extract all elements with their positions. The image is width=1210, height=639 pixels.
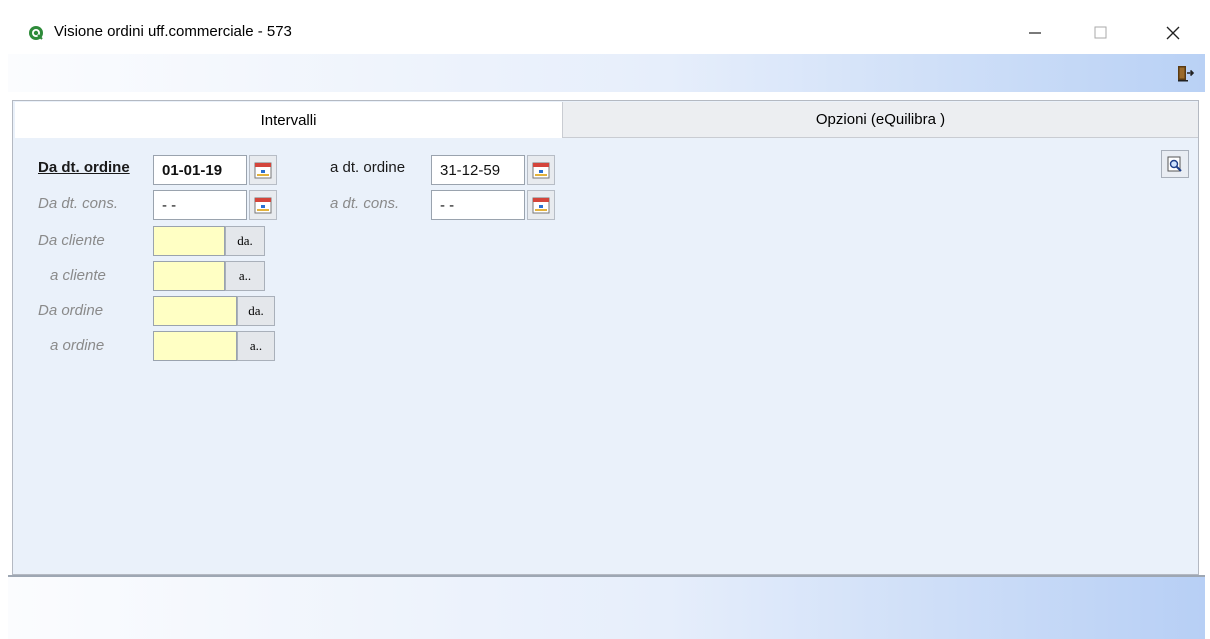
tab-opzioni[interactable]: Opzioni (eQuilibra ) (563, 102, 1198, 138)
calendar-button-a-dt-cons[interactable] (527, 190, 555, 220)
exit-door-icon (1178, 66, 1195, 82)
window-title: Visione ordini uff.commerciale - 573 (54, 23, 292, 40)
label-da-cliente: Da cliente (38, 232, 105, 249)
field-da-cliente[interactable] (153, 226, 225, 256)
field-a-dt-ordine[interactable]: 31-12-59 (431, 155, 525, 185)
label-a-dt-cons: a dt. cons. (330, 195, 400, 212)
field-da-ordine[interactable] (153, 296, 237, 326)
field-a-dt-cons[interactable]: - - (431, 190, 525, 220)
label-da-dt-cons: Da dt. cons. (38, 195, 119, 212)
maximize-button[interactable] (1077, 16, 1123, 50)
calendar-icon (532, 162, 550, 179)
tab-intervalli[interactable]: Intervalli (15, 102, 563, 138)
close-button[interactable] (1150, 16, 1196, 50)
label-a-cliente: a cliente (50, 267, 106, 284)
field-da-dt-ordine[interactable]: 01-01-19 (153, 155, 247, 185)
lookup-button-da-ordine[interactable]: da. (237, 296, 275, 326)
field-a-ordine[interactable] (153, 331, 237, 361)
lookup-button-a-ordine[interactable]: a.. (237, 331, 275, 361)
search-button[interactable] (1161, 150, 1189, 178)
calendar-button-a-dt-ordine[interactable] (527, 155, 555, 185)
toolbar (8, 54, 1205, 92)
title-bar: Visione ordini uff.commerciale - 573 (0, 10, 1210, 54)
label-da-ordine: Da ordine (38, 302, 104, 319)
calendar-button-da-dt-ordine[interactable] (249, 155, 277, 185)
exit-button[interactable] (1174, 62, 1196, 84)
field-da-dt-cons[interactable]: - - (153, 190, 247, 220)
calendar-icon (254, 197, 272, 214)
search-icon (1167, 156, 1182, 172)
label-a-dt-ordine: a dt. ordine (330, 159, 406, 176)
calendar-button-da-dt-cons[interactable] (249, 190, 277, 220)
lookup-button-a-cliente[interactable]: a.. (225, 261, 265, 291)
calendar-icon (254, 162, 272, 179)
calendar-icon (532, 197, 550, 214)
app-logo-icon (29, 26, 43, 40)
field-a-cliente[interactable] (153, 261, 225, 291)
lookup-button-da-cliente[interactable]: da. (225, 226, 265, 256)
status-bar (8, 575, 1205, 639)
label-a-ordine: a ordine (50, 337, 105, 354)
minimize-button[interactable] (1012, 16, 1058, 50)
label-da-dt-ordine: Da dt. ordine (38, 159, 130, 176)
